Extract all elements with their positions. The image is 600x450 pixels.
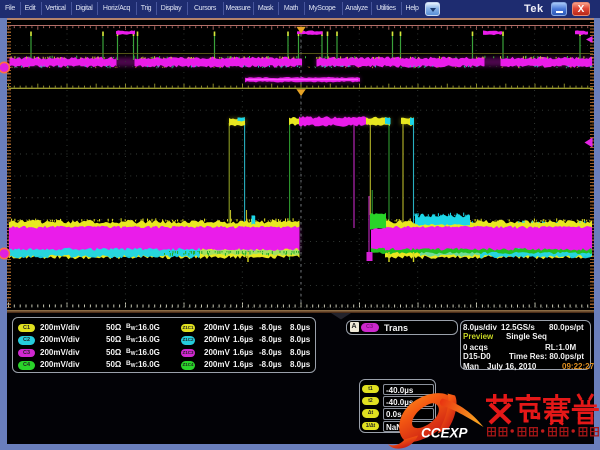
svg-text:CCEXP: CCEXP <box>421 426 469 441</box>
